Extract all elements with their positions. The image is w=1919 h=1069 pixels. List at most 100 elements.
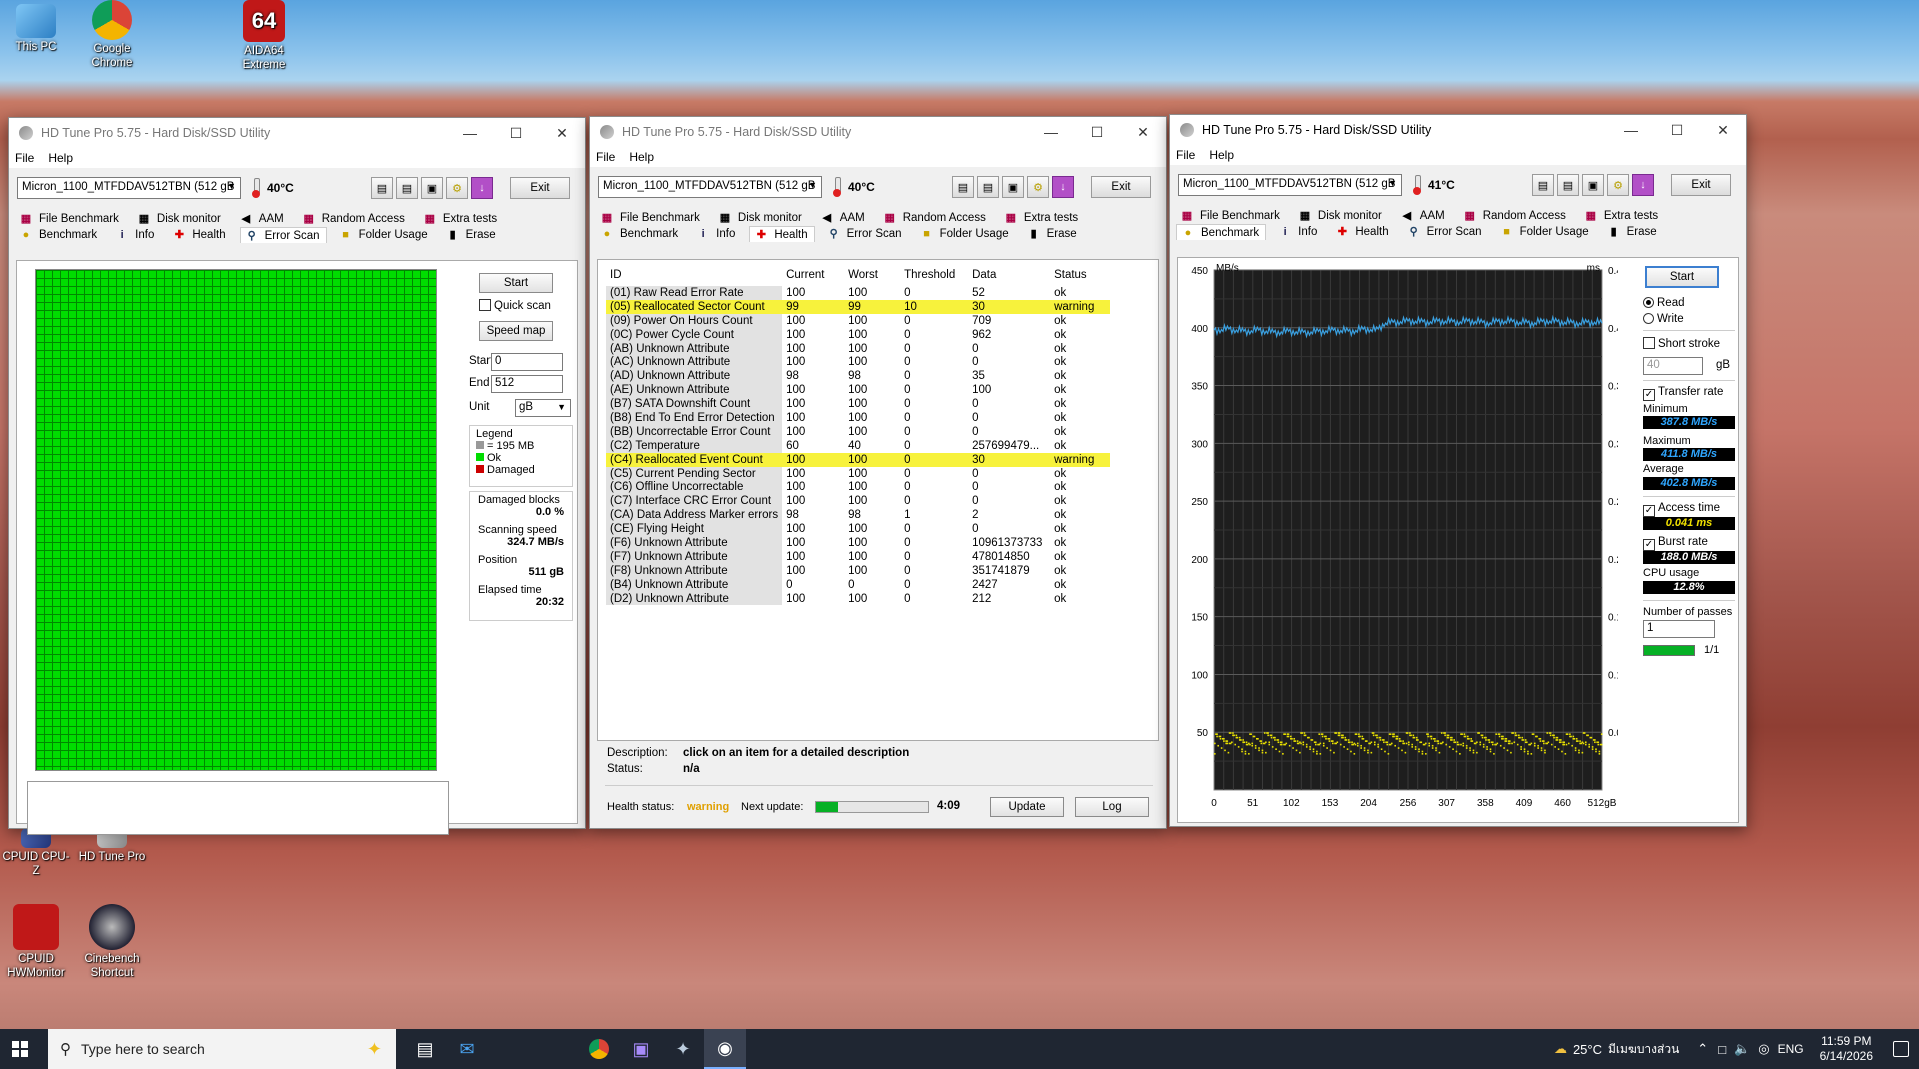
copy-text-icon[interactable]: ▤ [371, 177, 393, 199]
quick-scan-checkbox[interactable]: Quick scan [479, 299, 551, 312]
close-icon[interactable]: ✕ [539, 118, 585, 148]
table-row[interactable]: (F6) Unknown Attribute 100 100 0 10961373733… [606, 536, 1110, 550]
screenshot-icon[interactable]: ▣ [1002, 176, 1024, 198]
tab-benchmark[interactable]: ● Benchmark [15, 227, 103, 243]
table-row[interactable]: (F7) Unknown Attribute 100 100 0 478014850 ok [606, 549, 1110, 564]
short-stroke-input[interactable]: 40 [1643, 357, 1703, 375]
tab-folder-usage[interactable]: ■ Folder Usage [916, 226, 1015, 242]
update-button[interactable]: Update [990, 797, 1064, 817]
tab-file-benchmark[interactable]: ▦ File Benchmark [15, 211, 125, 227]
hwmonitor-app-icon[interactable]: ✦ [662, 1029, 704, 1069]
mail-icon[interactable]: ✉ [446, 1029, 488, 1069]
title-bar[interactable]: HD Tune Pro 5.75 - Hard Disk/SSD Utility… [9, 118, 585, 148]
tab-error-scan[interactable]: ⚲ Error Scan [1403, 224, 1488, 240]
table-row[interactable]: (C2) Temperature 60 40 0 257699479... ok [606, 438, 1110, 453]
weather-text[interactable]: มีเมฆบางส่วน [1608, 1040, 1679, 1059]
minimize-icon[interactable]: — [1608, 115, 1654, 145]
chevron-up-icon[interactable]: ⌃ [1697, 1041, 1708, 1057]
tab-random-access[interactable]: ▦ Random Access [298, 211, 411, 227]
table-row[interactable]: (C5) Current Pending Sector 100 100 0 0 ok [606, 466, 1110, 481]
table-row[interactable]: (AB) Unknown Attribute 100 100 0 0 ok [606, 341, 1110, 356]
save-icon[interactable]: ↓ [1632, 174, 1654, 196]
tab-health[interactable]: ✚ Health [1331, 224, 1394, 240]
speed-map-button[interactable]: Speed map [479, 321, 553, 341]
tab-aam[interactable]: ◀ AAM [235, 211, 290, 227]
desktop-icon-cinebench[interactable]: Cinebench Shortcut [76, 904, 148, 980]
menu-help[interactable]: Help [48, 151, 73, 165]
weather-temp[interactable]: 25°C [1573, 1042, 1602, 1057]
table-row[interactable]: (CA) Data Address Marker errors 98 98 1 2 ok [606, 508, 1110, 523]
close-icon[interactable]: ✕ [1700, 115, 1746, 145]
table-row[interactable]: (CE) Flying Height 100 100 0 0 ok [606, 522, 1110, 537]
tab-info[interactable]: i Info [1274, 224, 1323, 240]
screenshot-icon[interactable]: ▣ [1582, 174, 1604, 196]
tab-extra-tests[interactable]: ▦ Extra tests [1000, 210, 1084, 226]
menu-help[interactable]: Help [629, 150, 654, 164]
maximize-icon[interactable]: ☐ [1654, 115, 1700, 145]
menu-help[interactable]: Help [1209, 148, 1234, 162]
access-time-checkbox[interactable]: ✓ Access time [1643, 502, 1720, 517]
tab-health[interactable]: ✚ Health [168, 227, 231, 243]
language-indicator[interactable]: ENG [1778, 1042, 1804, 1056]
title-bar[interactable]: HD Tune Pro 5.75 - Hard Disk/SSD Utility… [590, 117, 1166, 147]
tab-disk-monitor[interactable]: ▦ Disk monitor [1294, 208, 1388, 224]
table-row[interactable]: (B8) End To End Error Detection 100 100 0 0 o… [606, 411, 1110, 425]
copy-info-icon[interactable]: ▤ [1557, 174, 1579, 196]
column-header[interactable]: Status [1050, 264, 1111, 286]
tab-folder-usage[interactable]: ■ Folder Usage [335, 227, 434, 243]
chrome-icon[interactable] [578, 1029, 620, 1069]
table-row[interactable]: (B7) SATA Downshift Count 100 100 0 0 ok [606, 397, 1110, 412]
cpu-app-icon[interactable]: ▣ [620, 1029, 662, 1069]
tab-folder-usage[interactable]: ■ Folder Usage [1496, 224, 1595, 240]
exit-button[interactable]: Exit [1671, 174, 1731, 196]
copy-text-icon[interactable]: ▤ [952, 176, 974, 198]
table-row[interactable]: (0C) Power Cycle Count 100 100 0 962 ok [606, 327, 1110, 342]
tab-error-scan[interactable]: ⚲ Error Scan [239, 227, 327, 243]
write-radio[interactable]: Write [1643, 313, 1684, 325]
table-row[interactable]: (05) Reallocated Sector Count 99 99 10 30 war… [606, 299, 1111, 314]
close-icon[interactable]: ✕ [1120, 117, 1166, 147]
table-row[interactable]: (C6) Offline Uncorrectable 100 100 0 0 ok [606, 480, 1110, 495]
minimize-icon[interactable]: — [1028, 117, 1074, 147]
tab-aam[interactable]: ◀ AAM [1396, 208, 1451, 224]
table-row[interactable]: (01) Raw Read Error Rate 100 100 0 52 ok [606, 286, 1110, 300]
table-row[interactable]: (C7) Interface CRC Error Count 100 100 0 0 ok [606, 494, 1110, 509]
hdtune-app-icon[interactable]: ◉ [704, 1029, 746, 1069]
tab-info[interactable]: i Info [111, 227, 160, 243]
table-row[interactable]: (C4) Reallocated Event Count 100 100 0 30 war… [606, 452, 1111, 467]
desktop-icon-aida64[interactable]: 64 AIDA64 Extreme [228, 0, 300, 72]
network-icon[interactable]: □ [1718, 1042, 1726, 1057]
transfer-rate-checkbox[interactable]: ✓ Transfer rate [1643, 386, 1723, 401]
column-header[interactable]: Threshold [900, 264, 969, 286]
unit-select[interactable]: gB ▼ [515, 399, 571, 417]
start-button[interactable]: Start [1645, 266, 1719, 288]
drive-select[interactable]: Micron_1100_MTFDDAV512TBN (512 gB ▼ [598, 176, 822, 198]
tab-extra-tests[interactable]: ▦ Extra tests [1580, 208, 1664, 224]
copy-info-icon[interactable]: ▤ [977, 176, 999, 198]
windows-start-icon[interactable] [12, 1041, 28, 1057]
table-row[interactable]: (09) Power On Hours Count 100 100 0 709 ok [606, 313, 1110, 328]
tab-error-scan[interactable]: ⚲ Error Scan [823, 226, 908, 242]
volume-icon[interactable]: 🔈 [1734, 1041, 1750, 1057]
exit-button[interactable]: Exit [1091, 176, 1151, 198]
task-view-icon[interactable]: ▤ [404, 1029, 446, 1069]
table-row[interactable]: (D2) Unknown Attribute 100 100 0 212 ok [606, 591, 1110, 606]
tab-erase[interactable]: ▮ Erase [442, 227, 502, 243]
start-button[interactable]: Start [479, 273, 553, 293]
save-icon[interactable]: ↓ [1052, 176, 1074, 198]
table-row[interactable]: (AE) Unknown Attribute 100 100 0 100 ok [606, 383, 1110, 398]
tab-erase[interactable]: ▮ Erase [1603, 224, 1663, 240]
table-row[interactable]: (F8) Unknown Attribute 100 100 0 351741879 ok [606, 563, 1110, 578]
table-row[interactable]: (BB) Uncorrectable Error Count 100 100 0 0 ok [606, 424, 1110, 439]
drive-select[interactable]: Micron_1100_MTFDDAV512TBN (512 gB ▼ [1178, 174, 1402, 196]
log-button[interactable]: Log [1075, 797, 1149, 817]
tab-benchmark[interactable]: ● Benchmark [1176, 224, 1267, 240]
tab-info[interactable]: i Info [692, 226, 741, 242]
table-row[interactable]: (AD) Unknown Attribute 98 98 0 35 ok [606, 369, 1110, 384]
read-radio[interactable]: Read [1643, 297, 1685, 309]
options-icon[interactable]: ⚙ [1607, 174, 1629, 196]
column-header[interactable]: Worst [844, 264, 901, 286]
menu-file[interactable]: File [15, 151, 34, 165]
short-stroke-checkbox[interactable]: Short stroke [1643, 337, 1720, 350]
notification-icon[interactable] [1893, 1041, 1909, 1057]
